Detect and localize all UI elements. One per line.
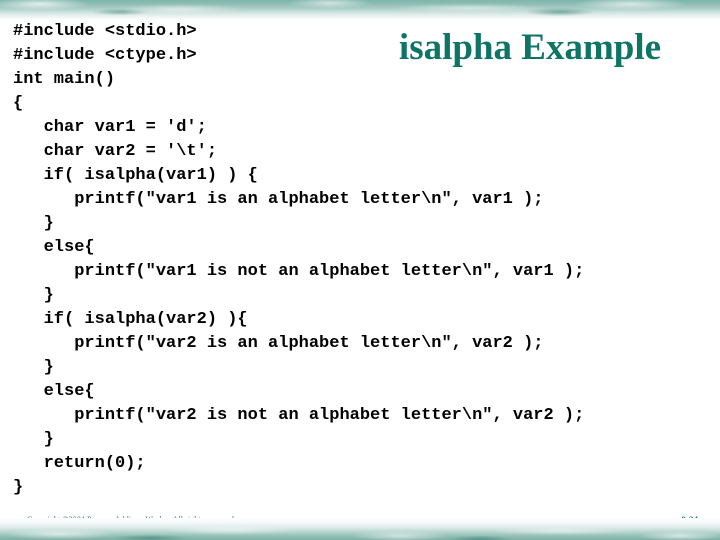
footer-page-number: 9-24	[681, 515, 699, 525]
code-line: }	[13, 358, 54, 377]
code-line: printf("var1 is not an alphabet letter\n…	[13, 262, 585, 281]
code-line: {	[13, 94, 24, 113]
code-line: }	[13, 430, 54, 449]
code-line: char var2 = '\t';	[13, 142, 218, 161]
footer-copyright: Copyright ©2004 Pearson Addison-Wesley. …	[27, 515, 237, 524]
code-line: #include <ctype.h>	[13, 46, 197, 65]
code-line: printf("var1 is an alphabet letter\n", v…	[13, 190, 544, 209]
code-listing: #include <stdio.h> #include <ctype.h> int …	[13, 20, 713, 500]
code-line: return(0);	[13, 454, 146, 473]
code-line: if( isalpha(var1) ) {	[13, 166, 258, 185]
top-decorative-band	[0, 0, 720, 20]
code-line: #include <stdio.h>	[13, 22, 197, 41]
code-line: printf("var2 is an alphabet letter\n", v…	[13, 334, 544, 353]
code-line: }	[13, 214, 54, 233]
code-line: }	[13, 286, 54, 305]
code-line: else{	[13, 238, 95, 257]
code-line: int main()	[13, 70, 116, 89]
code-line: printf("var2 is not an alphabet letter\n…	[13, 406, 585, 425]
code-line: if( isalpha(var2) ){	[13, 310, 248, 329]
code-line: char var1 = 'd';	[13, 118, 207, 137]
code-line: else{	[13, 382, 95, 401]
code-line: }	[13, 478, 24, 497]
